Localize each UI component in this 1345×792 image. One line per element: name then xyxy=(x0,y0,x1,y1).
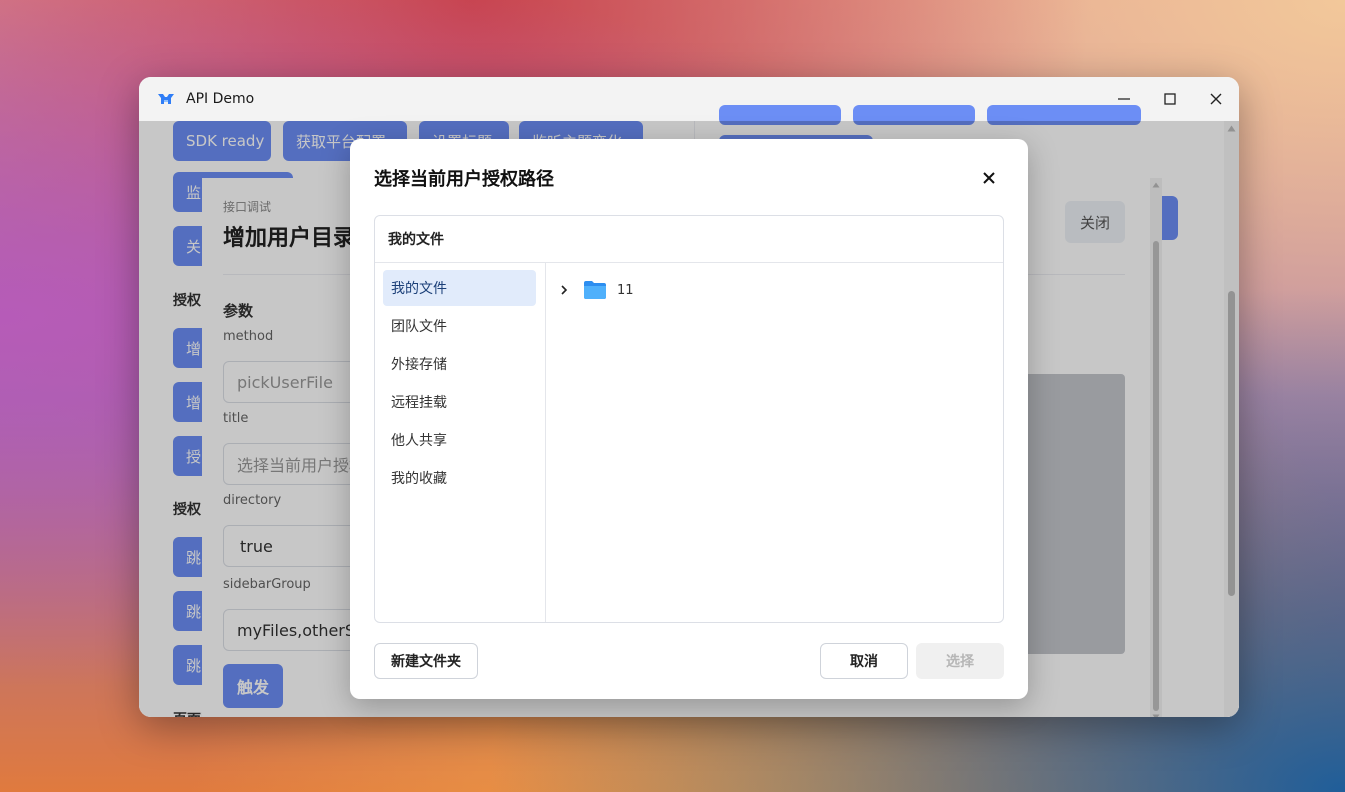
chevron-right-icon[interactable] xyxy=(559,284,569,296)
close-icon xyxy=(983,172,995,184)
path-picker-dialog: 选择当前用户授权路径 我的文件 我的文件 团队文件 外接存储 远程挂载 他人共享… xyxy=(350,139,1028,699)
maximize-button[interactable] xyxy=(1147,77,1193,121)
new-folder-button[interactable]: 新建文件夹 xyxy=(374,643,478,679)
sidebar-item-team-files[interactable]: 团队文件 xyxy=(383,308,536,344)
sidebar-item-my-files[interactable]: 我的文件 xyxy=(383,270,536,306)
close-window-button[interactable] xyxy=(1193,77,1239,121)
file-browser: 我的文件 我的文件 团队文件 外接存储 远程挂载 他人共享 我的收藏 11 xyxy=(374,215,1004,623)
sidebar-item-remote-mount[interactable]: 远程挂载 xyxy=(383,384,536,420)
app-logo-icon xyxy=(158,94,174,104)
minimize-icon xyxy=(1118,98,1130,100)
sidebar-item-favorites[interactable]: 我的收藏 xyxy=(383,460,536,496)
folder-name: 11 xyxy=(617,282,634,298)
current-path: 我的文件 xyxy=(375,216,1003,263)
folder-icon xyxy=(584,281,606,299)
cancel-button[interactable]: 取消 xyxy=(820,643,908,679)
sidebar-item-external-storage[interactable]: 外接存储 xyxy=(383,346,536,382)
tree-row[interactable]: 11 xyxy=(559,274,634,306)
dialog-title: 选择当前用户授权路径 xyxy=(374,169,554,190)
folder-tree: 11 xyxy=(545,262,1003,622)
maximize-icon xyxy=(1164,93,1176,105)
select-button[interactable]: 选择 xyxy=(916,643,1004,679)
window-title: API Demo xyxy=(186,91,255,107)
sidebar-item-shared-with-me[interactable]: 他人共享 xyxy=(383,422,536,458)
close-icon xyxy=(1210,93,1222,105)
dialog-close-button[interactable] xyxy=(977,166,1001,190)
location-sidebar: 我的文件 团队文件 外接存储 远程挂载 他人共享 我的收藏 xyxy=(375,262,546,622)
